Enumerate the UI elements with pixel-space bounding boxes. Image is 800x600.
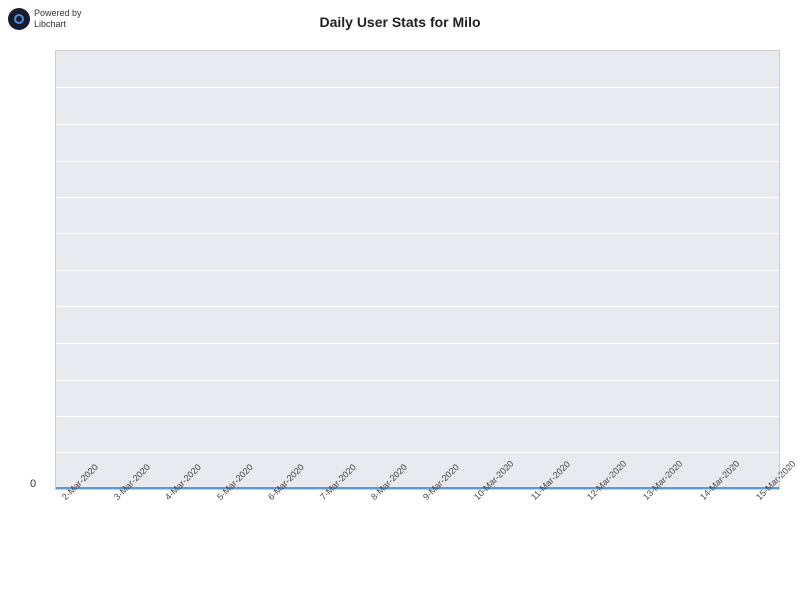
- chart-container: Powered by Libchart Daily User Stats for…: [0, 0, 800, 600]
- x-label-wrapper: 5-Mar-2020: [210, 495, 262, 505]
- x-label-wrapper: 3-Mar-2020: [107, 495, 159, 505]
- x-label-wrapper: 12-Mar-2020: [580, 495, 637, 505]
- x-label-wrapper: 6-Mar-2020: [261, 495, 313, 505]
- data-line: [56, 487, 779, 489]
- chart-title: Daily User Stats for Milo: [0, 14, 800, 30]
- x-label-wrapper: 2-Mar-2020: [55, 495, 107, 505]
- x-label-wrapper: 7-Mar-2020: [313, 495, 365, 505]
- x-label-wrapper: 10-Mar-2020: [467, 495, 524, 505]
- grid-lines: [56, 51, 779, 489]
- y-axis-label: 0: [30, 478, 36, 490]
- x-label-wrapper: 15-Mar-2020: [749, 495, 800, 505]
- chart-plot-area: [55, 50, 780, 490]
- x-label-wrapper: 4-Mar-2020: [158, 495, 210, 505]
- x-label-wrapper: 14-Mar-2020: [693, 495, 750, 505]
- x-label-wrapper: 13-Mar-2020: [636, 495, 693, 505]
- x-label-wrapper: 9-Mar-2020: [416, 495, 468, 505]
- x-label-wrapper: 11-Mar-2020: [524, 495, 580, 505]
- x-label-wrapper: 8-Mar-2020: [364, 495, 416, 505]
- x-axis: 2-Mar-20203-Mar-20204-Mar-20205-Mar-2020…: [55, 490, 780, 590]
